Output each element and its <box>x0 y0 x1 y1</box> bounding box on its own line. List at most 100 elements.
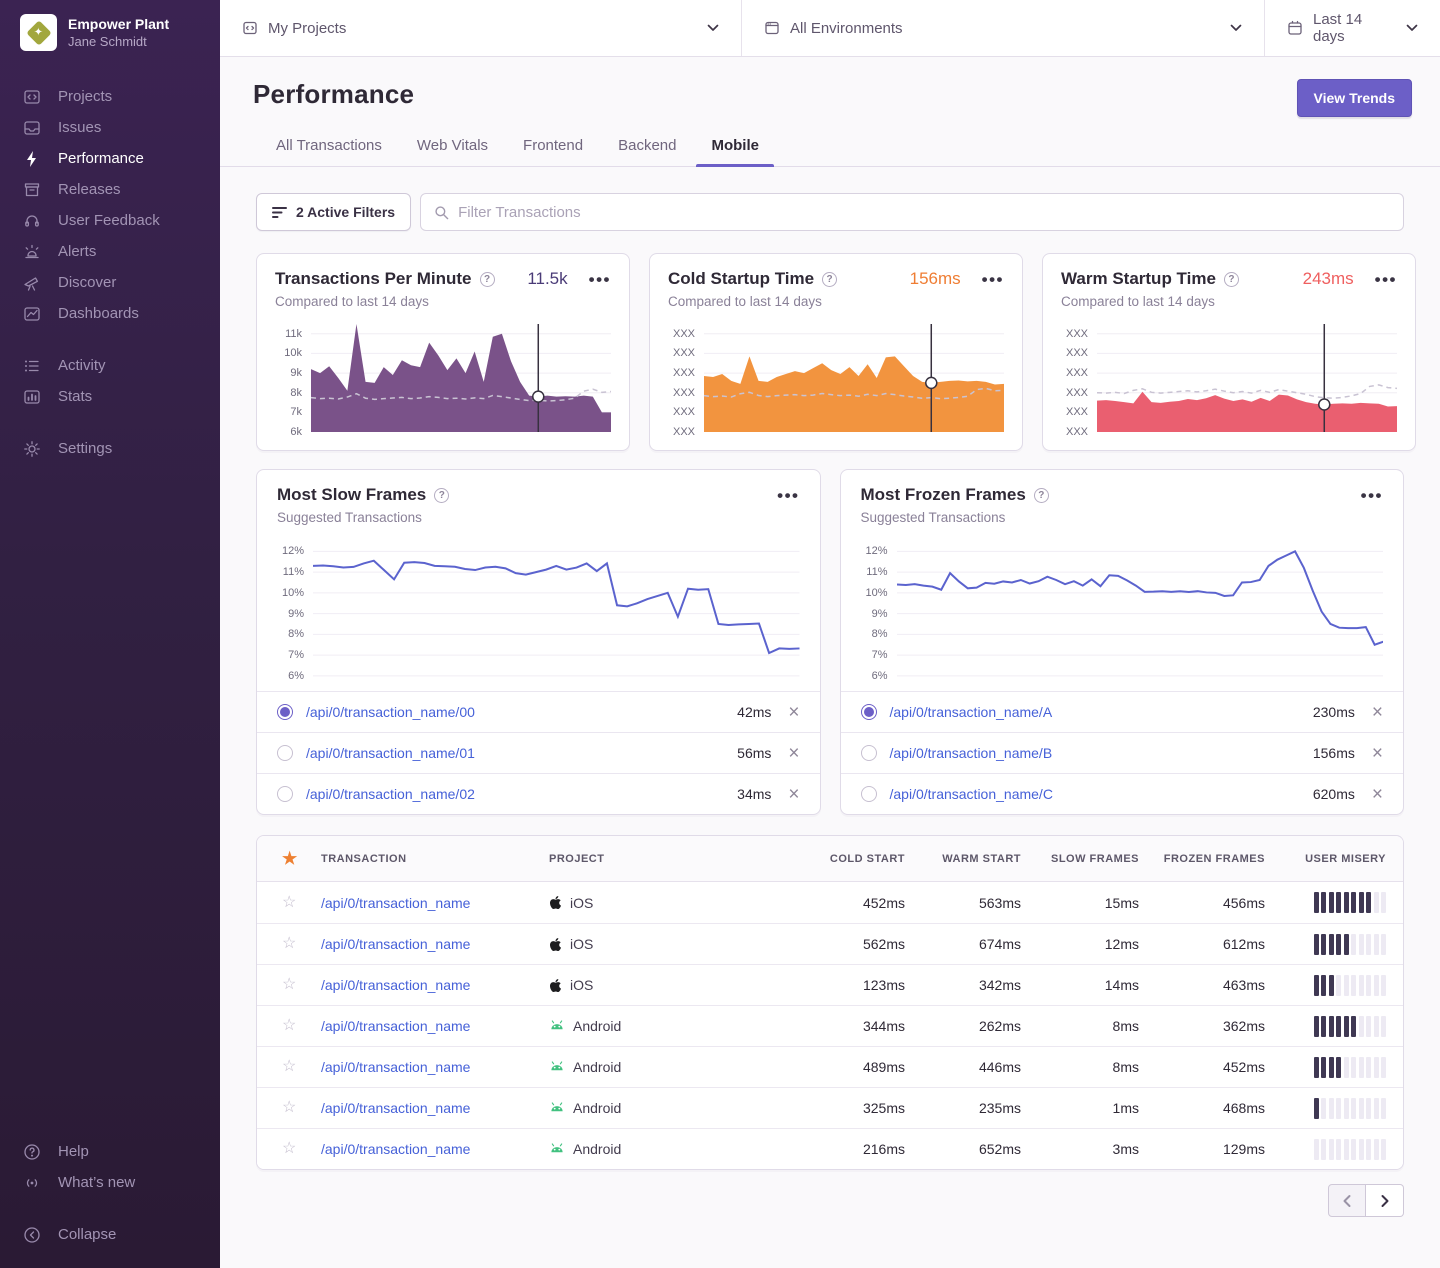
warm-start-area-chart[interactable] <box>1097 322 1397 432</box>
sidebar-item-projects[interactable]: Projects <box>0 81 220 112</box>
tab-web-vitals[interactable]: Web Vitals <box>417 137 488 166</box>
column-header-transaction[interactable]: Transaction <box>321 853 549 865</box>
tab-backend[interactable]: Backend <box>618 137 676 166</box>
sidebar-item-stats[interactable]: Stats <box>0 381 220 412</box>
column-header-slow-frames[interactable]: Slow Frames <box>1021 853 1139 865</box>
close-icon[interactable]: × <box>1372 703 1383 722</box>
transaction-link[interactable]: /api/0/transaction_name <box>321 1059 470 1075</box>
star-icon[interactable]: ☆ <box>257 977 321 993</box>
tab-frontend[interactable]: Frontend <box>523 137 583 166</box>
star-icon[interactable]: ☆ <box>257 1141 321 1157</box>
context-menu-icon[interactable]: ••• <box>982 271 1004 288</box>
radio-button[interactable] <box>861 786 877 802</box>
transaction-link[interactable]: /api/0/transaction_name/00 <box>306 704 475 720</box>
radio-button[interactable] <box>861 745 877 761</box>
transaction-link[interactable]: /api/0/transaction_name/C <box>890 786 1053 802</box>
transaction-link[interactable]: /api/0/transaction_name <box>321 895 470 911</box>
cold-start-value: 562ms <box>789 936 905 952</box>
next-page-button[interactable] <box>1366 1184 1404 1217</box>
y-tick-label: XXX <box>1066 347 1088 359</box>
sidebar-item-alerts[interactable]: Alerts <box>0 236 220 267</box>
sidebar-item-user-feedback[interactable]: User Feedback <box>0 205 220 236</box>
star-icon[interactable]: ☆ <box>257 936 321 952</box>
radio-button[interactable] <box>861 704 877 720</box>
sidebar-item-discover[interactable]: Discover <box>0 267 220 298</box>
warm-start-value: 563ms <box>905 895 1021 911</box>
cold-start-area-chart[interactable] <box>704 322 1004 432</box>
project-selector[interactable]: My Projects <box>220 0 742 56</box>
sidebar-item-issues[interactable]: Issues <box>0 112 220 143</box>
radio-button[interactable] <box>277 704 293 720</box>
search-bar <box>420 193 1404 231</box>
environment-selector[interactable]: All Environments <box>742 0 1265 56</box>
column-header-cold-start[interactable]: Cold Start <box>789 853 905 865</box>
star-icon[interactable]: ☆ <box>257 1059 321 1075</box>
transaction-link[interactable]: /api/0/transaction_name/B <box>890 745 1053 761</box>
date-range-selector[interactable]: Last 14 days <box>1265 0 1440 56</box>
sidebar-item-dashboards[interactable]: Dashboards <box>0 298 220 329</box>
tab-mobile[interactable]: Mobile <box>711 137 759 166</box>
sidebar-item-performance[interactable]: Performance <box>0 143 220 174</box>
transaction-link[interactable]: /api/0/transaction_name/01 <box>306 745 475 761</box>
column-header-project[interactable]: Project <box>549 853 789 865</box>
help-icon[interactable]: ? <box>822 272 837 287</box>
y-tick-label: 9k <box>290 367 302 379</box>
user-misery-bar <box>1265 1016 1386 1037</box>
radio-button[interactable] <box>277 786 293 802</box>
star-icon[interactable]: ☆ <box>257 895 321 911</box>
tab-all-transactions[interactable]: All Transactions <box>276 137 382 166</box>
table-row: ☆/api/0/transaction_nameiOS452ms563ms15m… <box>257 882 1403 923</box>
misery-segment <box>1359 1139 1364 1160</box>
help-icon[interactable]: ? <box>1034 488 1049 503</box>
column-header-user-misery[interactable]: User Misery <box>1265 853 1386 865</box>
star-icon[interactable]: ☆ <box>257 1018 321 1034</box>
misery-segment <box>1321 1098 1326 1119</box>
context-menu-icon[interactable]: ••• <box>1375 271 1397 288</box>
close-icon[interactable]: × <box>788 785 799 804</box>
transaction-link[interactable]: /api/0/transaction_name <box>321 1141 470 1157</box>
table-header: ★ Transaction Project Cold Start Warm St… <box>257 836 1403 882</box>
page-header: Performance View Trends All Transactions… <box>220 57 1440 167</box>
star-icon[interactable]: ☆ <box>257 1100 321 1116</box>
radio-button[interactable] <box>277 745 293 761</box>
close-icon[interactable]: × <box>788 703 799 722</box>
sidebar-item-settings[interactable]: Settings <box>0 433 220 464</box>
cold-start-value: 452ms <box>789 895 905 911</box>
transaction-link[interactable]: /api/0/transaction_name/02 <box>306 786 475 802</box>
star-column-header-icon[interactable]: ★ <box>257 850 321 867</box>
slow-frames-line-chart[interactable] <box>313 541 800 681</box>
transaction-link[interactable]: /api/0/transaction_name <box>321 1018 470 1034</box>
search-input[interactable] <box>458 204 1390 221</box>
transaction-link[interactable]: /api/0/transaction_name <box>321 1100 470 1116</box>
close-icon[interactable]: × <box>788 744 799 763</box>
misery-segment <box>1359 975 1364 996</box>
context-menu-icon[interactable]: ••• <box>589 271 611 288</box>
help-icon[interactable]: ? <box>480 272 495 287</box>
transaction-link[interactable]: /api/0/transaction_name <box>321 977 470 993</box>
column-header-warm-start[interactable]: Warm Start <box>905 853 1021 865</box>
previous-page-button[interactable] <box>1328 1184 1366 1217</box>
context-menu-icon[interactable]: ••• <box>1361 487 1383 504</box>
view-trends-button[interactable]: View Trends <box>1297 79 1412 117</box>
help-icon[interactable]: ? <box>434 488 449 503</box>
transaction-link[interactable]: /api/0/transaction_name <box>321 936 470 952</box>
help-icon[interactable]: ? <box>1224 272 1239 287</box>
sidebar-item-collapse[interactable]: Collapse <box>0 1219 220 1250</box>
card-value: 156ms <box>910 269 961 289</box>
sidebar-item-activity[interactable]: Activity <box>0 350 220 381</box>
close-icon[interactable]: × <box>1372 785 1383 804</box>
y-tick-label: XXX <box>673 347 695 359</box>
column-header-frozen-frames[interactable]: Frozen Frames <box>1139 853 1265 865</box>
misery-segment <box>1359 1057 1364 1078</box>
tpm-area-chart[interactable] <box>311 322 611 432</box>
context-menu-icon[interactable]: ••• <box>777 487 799 504</box>
sidebar-item-whats-new[interactable]: What’s new <box>0 1167 220 1198</box>
close-icon[interactable]: × <box>1372 744 1383 763</box>
active-filters-button[interactable]: 2 Active Filters <box>256 193 411 231</box>
sidebar-item-help[interactable]: Help <box>0 1136 220 1167</box>
frozen-frames-line-chart[interactable] <box>897 541 1384 681</box>
transaction-link[interactable]: /api/0/transaction_name/A <box>890 704 1053 720</box>
sidebar-item-releases[interactable]: Releases <box>0 174 220 205</box>
sidebar-item-label: Activity <box>58 357 106 374</box>
org-switcher[interactable]: ✦ Empower Plant Jane Schmidt <box>0 14 220 51</box>
